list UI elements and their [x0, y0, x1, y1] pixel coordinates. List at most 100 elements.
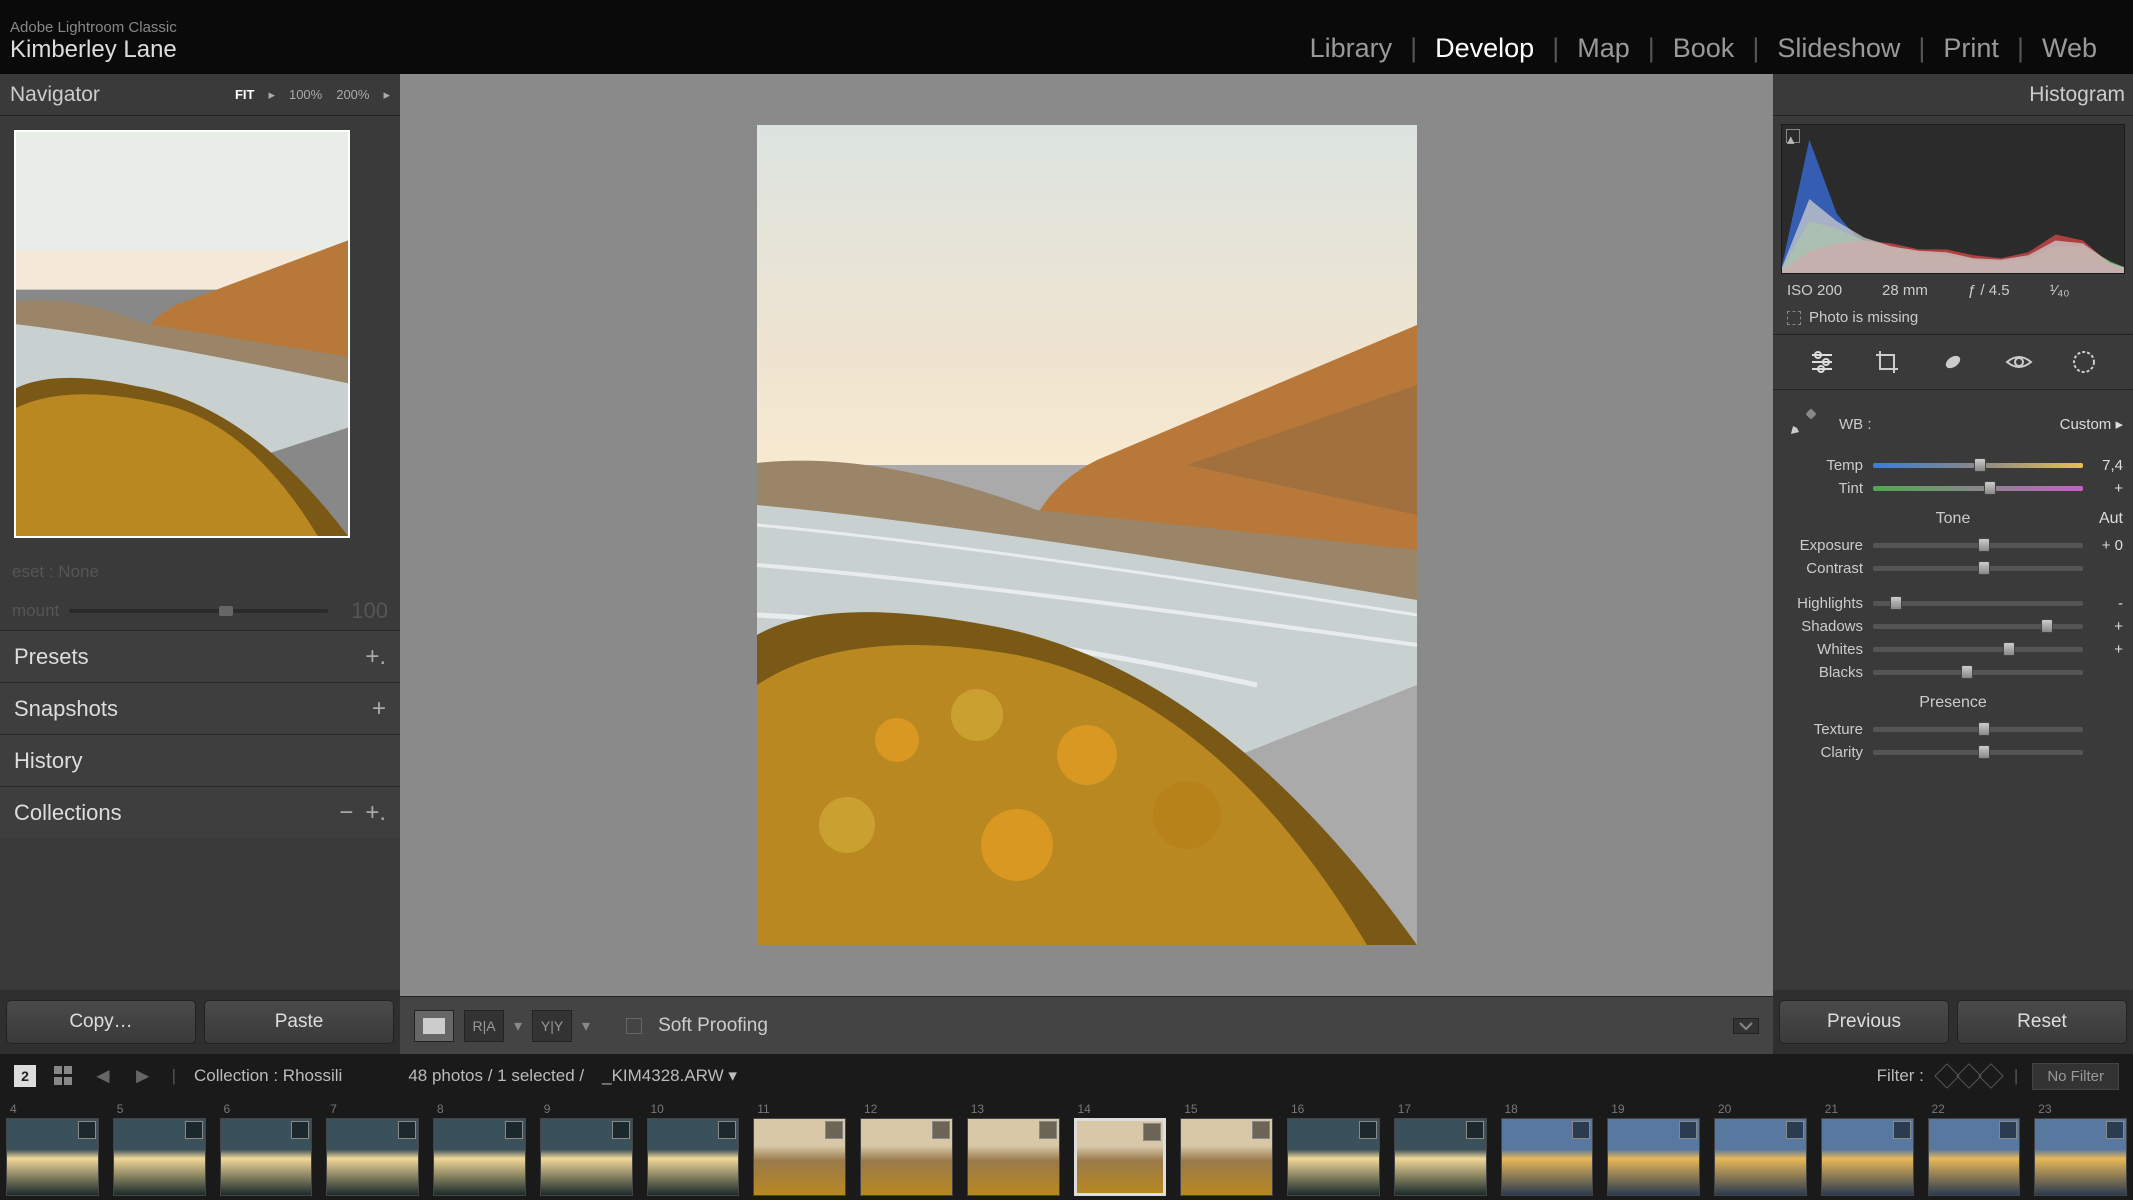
exposure-slider[interactable]	[1873, 543, 2083, 548]
before-after-ra-button[interactable]: R|A	[464, 1010, 504, 1042]
has-adjustments-icon	[825, 1121, 843, 1139]
shadow-clipping-icon[interactable]: ▴	[1786, 129, 1800, 143]
filmstrip-thumb[interactable]: 5	[113, 1102, 206, 1196]
main-photo[interactable]	[757, 125, 1417, 945]
histogram-chart[interactable]: ▴	[1781, 124, 2125, 274]
preset-amount-slider[interactable]	[69, 609, 328, 613]
tone-section-title: Tone	[1823, 510, 2083, 528]
highlights-slider[interactable]	[1873, 601, 2083, 606]
toolbar-menu-button[interactable]	[1733, 1018, 1759, 1034]
navigator-preview[interactable]	[14, 130, 350, 538]
temp-value[interactable]: 7,4	[2093, 457, 2123, 474]
filmstrip-thumb[interactable]: 17	[1394, 1102, 1487, 1196]
tint-value[interactable]: +	[2093, 480, 2123, 497]
filmstrip-thumb[interactable]: 16	[1287, 1102, 1380, 1196]
has-adjustments-icon	[1252, 1121, 1270, 1139]
module-library[interactable]: Library	[1292, 33, 1411, 64]
nav-back-button[interactable]: ◄	[92, 1063, 114, 1089]
highlights-value[interactable]: -	[2093, 595, 2123, 612]
filmstrip-thumb[interactable]: 13	[967, 1102, 1060, 1196]
filmstrip-thumb[interactable]: 19	[1607, 1102, 1700, 1196]
history-section-header[interactable]: History	[0, 734, 400, 786]
has-adjustments-icon	[78, 1121, 96, 1139]
texture-slider[interactable]	[1873, 727, 2083, 732]
presets-section-header[interactable]: Presets +.	[0, 630, 400, 682]
collections-section-header[interactable]: Collections − +.	[0, 786, 400, 838]
masking-tool-icon[interactable]	[2069, 347, 2099, 377]
clarity-slider[interactable]	[1873, 750, 2083, 755]
previous-button[interactable]: Previous	[1779, 1000, 1949, 1044]
filmstrip-thumb[interactable]: 21	[1821, 1102, 1914, 1196]
reset-button[interactable]: Reset	[1957, 1000, 2127, 1044]
temp-label: Temp	[1783, 457, 1863, 474]
blacks-slider[interactable]	[1873, 670, 2083, 675]
current-filename[interactable]: _KIM4328.ARW ▾	[602, 1066, 737, 1086]
shadows-slider[interactable]	[1873, 624, 2083, 629]
filter-preset-dropdown[interactable]: No Filter	[2032, 1063, 2119, 1090]
secondary-display-badge[interactable]: 2	[14, 1065, 36, 1087]
tint-slider[interactable]	[1873, 486, 2083, 491]
before-after-yy-button[interactable]: Y|Y	[532, 1010, 572, 1042]
blacks-label: Blacks	[1783, 664, 1863, 681]
has-adjustments-icon	[1466, 1121, 1484, 1139]
filmstrip-thumb[interactable]: 20	[1714, 1102, 1807, 1196]
snapshots-add-button[interactable]: +	[372, 695, 386, 723]
filmstrip-thumb[interactable]: 10	[647, 1102, 740, 1196]
nav-forward-button[interactable]: ►	[132, 1063, 154, 1089]
canvas[interactable]	[400, 74, 1773, 996]
filter-flags[interactable]	[1938, 1067, 2000, 1085]
filmstrip-thumb[interactable]: 12	[860, 1102, 953, 1196]
filmstrip-thumb[interactable]: 8	[433, 1102, 526, 1196]
filmstrip-thumb[interactable]: 14	[1074, 1102, 1167, 1196]
redeye-tool-icon[interactable]	[2004, 347, 2034, 377]
module-slideshow[interactable]: Slideshow	[1759, 33, 1918, 64]
filmstrip-thumb[interactable]: 11	[753, 1102, 846, 1196]
contrast-slider[interactable]	[1873, 566, 2083, 571]
collection-path[interactable]: Collection : Rhossili	[194, 1066, 342, 1086]
soft-proofing-checkbox[interactable]	[626, 1018, 642, 1034]
shadows-value[interactable]: +	[2093, 618, 2123, 635]
zoom-200[interactable]: 200%	[336, 87, 369, 102]
crop-tool-icon[interactable]	[1872, 347, 1902, 377]
zoom-100[interactable]: 100%	[289, 87, 322, 102]
snapshots-section-header[interactable]: Snapshots +	[0, 682, 400, 734]
filmstrip-thumb[interactable]: 9	[540, 1102, 633, 1196]
presets-add-button[interactable]: +.	[365, 643, 386, 671]
collections-add-button[interactable]: +.	[365, 799, 386, 827]
histogram-title: Histogram	[1773, 74, 2133, 116]
filmstrip-thumb[interactable]: 18	[1501, 1102, 1594, 1196]
healing-tool-icon[interactable]	[1938, 347, 1968, 377]
has-adjustments-icon	[1679, 1121, 1697, 1139]
whites-value[interactable]: +	[2093, 641, 2123, 658]
whites-slider[interactable]	[1873, 647, 2083, 652]
filmstrip-thumb[interactable]: 6	[220, 1102, 313, 1196]
module-map[interactable]: Map	[1559, 33, 1648, 64]
zoom-fit[interactable]: FIT	[235, 87, 255, 102]
module-print[interactable]: Print	[1925, 33, 2017, 64]
module-web[interactable]: Web	[2024, 33, 2115, 64]
module-book[interactable]: Book	[1655, 33, 1753, 64]
collections-remove-button[interactable]: −	[339, 799, 353, 827]
edit-sliders-icon[interactable]	[1807, 347, 1837, 377]
filmstrip[interactable]: 4567891011121314151617181920212223	[0, 1098, 2133, 1200]
exposure-value[interactable]: + 0	[2093, 537, 2123, 554]
aperture-value: ƒ / 4.5	[1968, 282, 2010, 299]
wb-dropper-icon[interactable]	[1783, 406, 1819, 442]
temp-slider[interactable]	[1873, 463, 2083, 468]
contrast-label: Contrast	[1783, 560, 1863, 577]
focal-length-value: 28 mm	[1882, 282, 1928, 299]
grid-view-icon[interactable]	[54, 1066, 74, 1086]
module-develop[interactable]: Develop	[1417, 33, 1552, 64]
filmstrip-thumb[interactable]: 4	[6, 1102, 99, 1196]
wb-value[interactable]: Custom ▸	[2060, 415, 2123, 433]
warning-icon	[1787, 311, 1801, 325]
loupe-view-button[interactable]	[414, 1010, 454, 1042]
paste-button[interactable]: Paste	[204, 1000, 394, 1044]
app-name: Adobe Lightroom Classic	[10, 19, 177, 36]
auto-tone-button[interactable]: Aut	[2083, 510, 2123, 528]
filmstrip-thumb[interactable]: 7	[326, 1102, 419, 1196]
filmstrip-thumb[interactable]: 22	[1928, 1102, 2021, 1196]
copy-button[interactable]: Copy…	[6, 1000, 196, 1044]
filmstrip-thumb[interactable]: 15	[1180, 1102, 1273, 1196]
filmstrip-thumb[interactable]: 23	[2034, 1102, 2127, 1196]
